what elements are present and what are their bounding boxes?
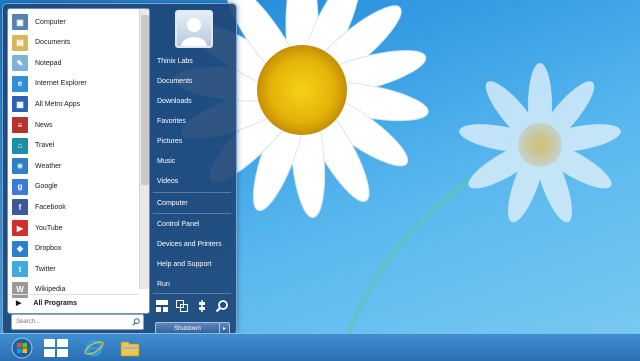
computer-icon: ▣	[12, 14, 28, 30]
metro-start-tool[interactable]	[155, 299, 169, 313]
program-item-label: Notepad	[35, 59, 62, 67]
places-item-label: Run	[157, 280, 170, 288]
magnifier-icon	[216, 300, 228, 312]
program-list: ▣ Computer ▤ Documents ✎ Notepad e Internet Exp…	[8, 9, 139, 298]
settings-tool[interactable]	[195, 299, 209, 313]
dropbox-icon: ◆	[12, 240, 28, 257]
places-item-pictures[interactable]: Pictures	[151, 132, 233, 150]
places-item-label: Thinix Labs	[157, 57, 193, 65]
program-item-twitter[interactable]: t Twitter	[8, 259, 139, 279]
twitter-icon: t	[12, 261, 28, 278]
places-item-label: Computer	[157, 199, 188, 207]
start-orb-icon	[11, 337, 33, 359]
all-programs-button[interactable]: ▶ All Programs	[8, 294, 139, 311]
internet-explorer-icon	[84, 338, 104, 358]
metro-tiles-icon	[44, 338, 68, 357]
places-item-computer[interactable]: Computer	[151, 194, 233, 212]
internet-explorer-icon: e	[12, 75, 28, 92]
program-item-google[interactable]: g Google	[8, 177, 139, 197]
places-item-label: Devices and Printers	[157, 240, 222, 248]
places-item-devices-and-printers[interactable]: Devices and Printers	[151, 235, 233, 253]
program-item-label: Twitter	[35, 265, 56, 273]
places-item-label: Videos	[157, 177, 179, 185]
program-item-documents[interactable]: ▤ Documents	[8, 33, 139, 53]
arrow-right-icon: ▸	[222, 326, 226, 332]
documents-icon: ▤	[12, 34, 28, 51]
places-item-control-panel[interactable]: Control Panel	[151, 215, 233, 233]
start-menu: ▣ Computer ▤ Documents ✎ Notepad e Internet Exp…	[2, 3, 237, 335]
program-item-weather[interactable]: ☀ Weather	[8, 156, 139, 176]
search-input[interactable]: Search...	[11, 314, 144, 330]
places-separator-1	[153, 192, 231, 193]
places-item-label: Pictures	[157, 137, 183, 145]
file-explorer-icon	[120, 339, 140, 357]
taskbar	[0, 333, 640, 361]
places-item-documents[interactable]: Documents	[151, 72, 233, 90]
places-item-videos[interactable]: Videos	[151, 172, 233, 190]
program-item-youtube[interactable]: ▶ YouTube	[8, 218, 139, 238]
program-item-label: Facebook	[35, 203, 66, 211]
youtube-icon: ▶	[12, 220, 28, 236]
program-item-internet-explorer[interactable]: e Internet Explorer	[8, 74, 139, 94]
program-item-label: News	[35, 121, 53, 129]
weather-icon: ☀	[12, 158, 28, 175]
file-explorer-taskbar-button[interactable]	[116, 336, 144, 359]
places-item-label: Help and Support	[157, 260, 212, 268]
search-icon	[132, 318, 140, 326]
places-pane: Thinix Labs Documents Downloads Favorites Pi…	[149, 4, 235, 335]
places-item-label: Music	[157, 157, 176, 165]
user-avatar[interactable]	[175, 10, 213, 48]
metro-tiles-icon	[156, 300, 168, 312]
program-item-label: Google	[35, 183, 58, 191]
scrollbar-thumb[interactable]	[141, 15, 149, 185]
shutdown-label: Shutdown	[174, 325, 201, 332]
places-separator-2	[153, 213, 231, 214]
places-item-label: Downloads	[157, 97, 192, 105]
news-icon: ≡	[12, 117, 28, 133]
places-item-help-and-support[interactable]: Help and Support	[151, 255, 233, 273]
program-item-computer[interactable]: ▣ Computer	[8, 12, 139, 32]
program-item-label: Computer	[35, 18, 66, 26]
switch-windows-tool[interactable]	[175, 299, 189, 313]
facebook-icon: f	[12, 199, 28, 216]
places-item-downloads[interactable]: Downloads	[151, 92, 233, 110]
places-separator-3	[153, 293, 231, 294]
program-item-dropbox[interactable]: ◆ Dropbox	[8, 239, 139, 259]
google-icon: g	[12, 178, 28, 195]
metro-start-button[interactable]	[42, 336, 70, 359]
metro-apps-icon: ▦	[12, 96, 28, 113]
program-item-label: Documents	[35, 39, 71, 47]
program-item-label: Weather	[35, 162, 62, 170]
travel-icon: ⌂	[12, 137, 28, 154]
notepad-icon: ✎	[12, 55, 28, 72]
places-item-label: Documents	[157, 77, 193, 85]
places-item-label: Control Panel	[157, 220, 200, 228]
search-tool[interactable]	[215, 299, 229, 313]
programs-pane: ▣ Computer ▤ Documents ✎ Notepad e Internet Exp…	[7, 8, 150, 314]
program-item-facebook[interactable]: f Facebook	[8, 197, 139, 217]
arrow-right-icon: ▶	[16, 300, 22, 307]
start-button[interactable]	[8, 336, 36, 359]
program-item-label: Travel	[35, 142, 55, 150]
program-item-notepad[interactable]: ✎ Notepad	[8, 53, 139, 73]
program-item-metro-apps[interactable]: ▦ All Metro Apps	[8, 94, 139, 114]
windows-stack-icon	[176, 300, 188, 312]
program-item-label: Wikipedia	[35, 286, 66, 294]
places-item-favorites[interactable]: Favorites	[151, 112, 233, 130]
program-item-label: All Metro Apps	[35, 100, 81, 108]
places-item-label: Favorites	[157, 117, 186, 125]
program-item-news[interactable]: ≡ News	[8, 115, 139, 135]
program-item-label: Dropbox	[35, 245, 62, 253]
program-item-label: YouTube	[35, 224, 63, 232]
all-programs-label: All Programs	[33, 299, 77, 307]
places-item-music[interactable]: Music	[151, 152, 233, 170]
program-item-label: Internet Explorer	[35, 80, 87, 88]
internet-explorer-taskbar-button[interactable]	[80, 336, 108, 359]
places-item-run[interactable]: Run	[151, 275, 233, 293]
sliders-icon	[196, 300, 208, 312]
places-item-thinix-labs[interactable]: Thinix Labs	[151, 52, 233, 70]
search-placeholder: Search...	[16, 319, 41, 325]
program-item-travel[interactable]: ⌂ Travel	[8, 136, 139, 156]
